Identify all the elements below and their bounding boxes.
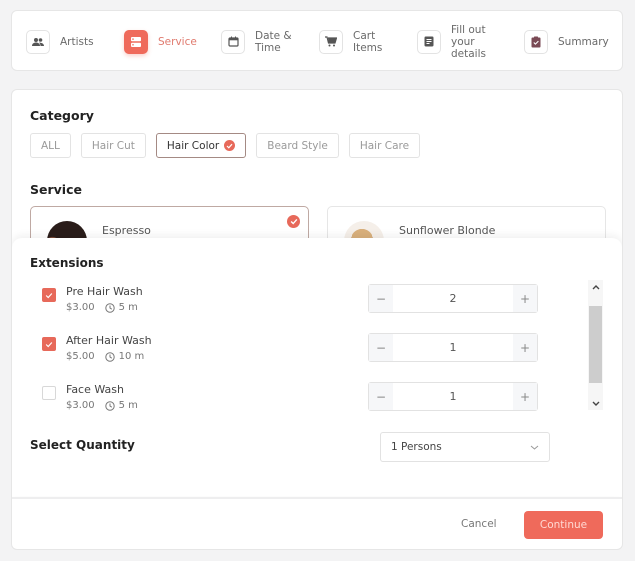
step-fill-details[interactable]: Fill out your details <box>417 11 495 72</box>
decrement-button[interactable]: − <box>369 285 393 312</box>
chip-label: Hair Color <box>166 139 220 152</box>
extension-duration: 10 m <box>118 351 145 362</box>
extension-meta: $5.00 10 m <box>66 351 144 362</box>
step-label: Cart Items <box>353 29 383 54</box>
quantity-stepper: − 2 + <box>368 284 538 313</box>
chip-label: ALL <box>41 139 60 152</box>
continue-button[interactable]: Continue <box>524 511 603 539</box>
quantity-value[interactable]: 1 <box>393 383 513 410</box>
extension-meta: $3.00 5 m <box>66 302 138 313</box>
service-name: Sunflower Blonde <box>399 224 496 237</box>
increment-button[interactable]: + <box>513 285 537 312</box>
extension-row: Face Wash $3.00 5 m − 1 + <box>42 382 562 422</box>
service-title: Service <box>30 182 82 197</box>
chevron-down-icon <box>530 445 539 450</box>
step-date-time[interactable]: Date & Time <box>221 11 297 72</box>
step-label: Fill out your details <box>451 23 486 60</box>
extension-row: After Hair Wash $5.00 10 m − 1 + <box>42 333 562 373</box>
extension-row: Pre Hair Wash $3.00 5 m − 2 + <box>42 284 562 324</box>
category-title: Category <box>30 108 94 123</box>
chip-hair-color[interactable]: Hair Color <box>155 133 247 158</box>
extensions-title: Extensions <box>30 256 104 270</box>
persons-select[interactable]: 1 Persons <box>380 432 550 462</box>
clipboard-check-icon <box>524 29 548 54</box>
service-name: Espresso <box>102 224 151 237</box>
persons-select-value: 1 Persons <box>391 441 442 453</box>
cancel-button[interactable]: Cancel <box>461 518 497 530</box>
quantity-stepper: − 1 + <box>368 333 538 362</box>
people-icon <box>26 29 50 54</box>
chip-label: Beard Style <box>267 139 328 152</box>
scroll-down-icon[interactable] <box>588 396 603 410</box>
extension-checkbox[interactable] <box>42 386 56 400</box>
clock-icon <box>104 302 115 313</box>
footer-actions: Cancel Continue <box>12 497 622 549</box>
extension-price: $5.00 <box>66 351 95 362</box>
chip-hair-cut[interactable]: Hair Cut <box>80 133 146 158</box>
extension-meta: $3.00 5 m <box>66 400 138 411</box>
increment-button[interactable]: + <box>513 334 537 361</box>
service-list-icon <box>124 29 148 54</box>
select-quantity-label: Select Quantity <box>30 438 135 452</box>
extension-name: After Hair Wash <box>66 334 152 347</box>
extensions-scrollbar[interactable] <box>588 280 603 410</box>
step-service[interactable]: Service <box>124 11 197 72</box>
step-label: Artists <box>60 35 94 48</box>
extension-checkbox[interactable] <box>42 337 56 351</box>
increment-button[interactable]: + <box>513 383 537 410</box>
chip-label: Hair Care <box>359 139 410 152</box>
extension-checkbox[interactable] <box>42 288 56 302</box>
chip-label: Hair Cut <box>91 139 135 152</box>
extension-duration: 5 m <box>118 302 138 313</box>
extension-price: $3.00 <box>66 400 95 411</box>
booking-stepper: Artists Service Date & Time Cart Items F… <box>11 10 623 71</box>
clock-icon <box>104 400 115 411</box>
decrement-button[interactable]: − <box>369 334 393 361</box>
check-circle-icon <box>287 215 300 228</box>
extension-name: Pre Hair Wash <box>66 285 143 298</box>
chip-hair-care[interactable]: Hair Care <box>348 133 421 158</box>
cart-icon <box>319 29 343 54</box>
step-label: Service <box>158 35 197 48</box>
scroll-up-icon[interactable] <box>588 280 603 294</box>
service-selection-panel: Category ALL Hair Cut Hair Color Beard S… <box>11 89 623 550</box>
quantity-value[interactable]: 2 <box>393 285 513 312</box>
check-circle-icon <box>224 140 236 151</box>
extension-name: Face Wash <box>66 383 124 396</box>
chip-all[interactable]: ALL <box>30 133 71 158</box>
extensions-sheet: Extensions Pre Hair Wash $3.00 5 m − 2 +… <box>12 238 622 496</box>
decrement-button[interactable]: − <box>369 383 393 410</box>
quantity-stepper: − 1 + <box>368 382 538 411</box>
category-chips: ALL Hair Cut Hair Color Beard Style Hair… <box>30 133 421 158</box>
step-cart-items[interactable]: Cart Items <box>319 11 389 72</box>
quantity-value[interactable]: 1 <box>393 334 513 361</box>
extension-duration: 5 m <box>118 400 138 411</box>
calendar-icon <box>221 29 245 54</box>
chip-beard-style[interactable]: Beard Style <box>256 133 339 158</box>
step-artists[interactable]: Artists <box>26 11 94 72</box>
extension-price: $3.00 <box>66 302 95 313</box>
clock-icon <box>104 351 115 362</box>
step-label: Date & Time <box>255 29 292 54</box>
scrollbar-thumb[interactable] <box>589 306 602 383</box>
step-summary[interactable]: Summary <box>524 11 609 72</box>
step-label: Summary <box>558 35 609 48</box>
form-icon <box>417 29 441 54</box>
